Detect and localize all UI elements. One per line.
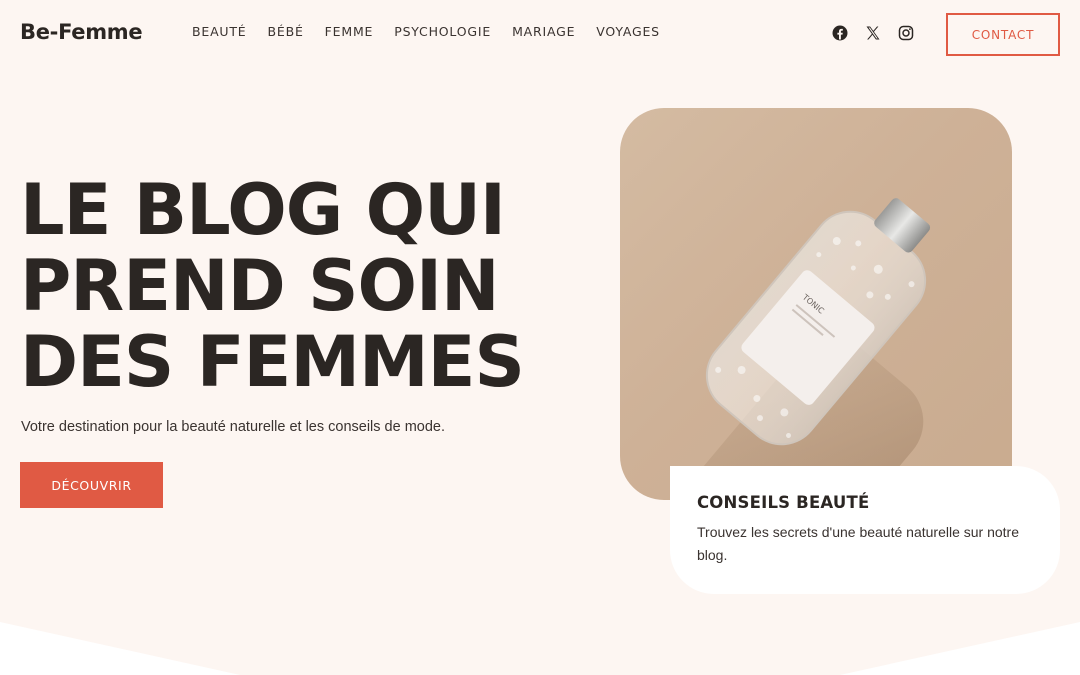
- social-links: [832, 25, 914, 41]
- nav-item-bebe[interactable]: BÉBÉ: [268, 24, 304, 39]
- hero-title-line-2: PREND SOIN: [20, 245, 500, 327]
- x-twitter-icon[interactable]: [865, 25, 881, 41]
- instagram-icon[interactable]: [898, 25, 914, 41]
- nav-item-voyages[interactable]: VOYAGES: [596, 24, 660, 39]
- hero-product-image: TONIC: [620, 108, 1012, 500]
- nav-item-femme[interactable]: FEMME: [325, 24, 374, 39]
- site-header: Be-Femme BEAUTÉ BÉBÉ FEMME PSYCHOLOGIE M…: [0, 0, 1080, 66]
- hero-title-line-3: DES FEMMES: [20, 321, 525, 403]
- nav-item-mariage[interactable]: MARIAGE: [512, 24, 575, 39]
- hero-title: LE BLOG QUI PREND SOIN DES FEMMES: [20, 172, 540, 400]
- nav-item-beaute[interactable]: BEAUTÉ: [192, 24, 247, 39]
- site-logo[interactable]: Be-Femme: [20, 20, 143, 44]
- contact-button[interactable]: CONTACT: [946, 13, 1060, 56]
- card-text: Trouvez les secrets d'une beauté naturel…: [697, 524, 1019, 563]
- beauty-tips-card[interactable]: CONSEILS BEAUTÉ Trouvez les secrets d'un…: [670, 466, 1060, 594]
- hero-subtitle: Votre destination pour la beauté naturel…: [21, 419, 445, 435]
- hero-title-line-1: LE BLOG QUI: [20, 169, 506, 251]
- facebook-icon[interactable]: [832, 25, 848, 41]
- card-title: CONSEILS BEAUTÉ: [697, 493, 870, 512]
- main-nav: BEAUTÉ BÉBÉ FEMME PSYCHOLOGIE MARIAGE VO…: [192, 24, 660, 39]
- discover-button[interactable]: DÉCOUVRIR: [20, 462, 163, 508]
- nav-item-psychologie[interactable]: PSYCHOLOGIE: [394, 24, 491, 39]
- section-divider: [0, 622, 1080, 675]
